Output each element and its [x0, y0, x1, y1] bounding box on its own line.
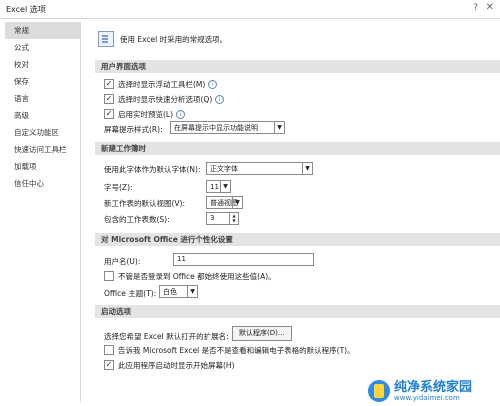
- screentip-select[interactable]: 在屏幕提示中显示功能说明 ▼: [170, 121, 285, 134]
- section-startup: 启动选项: [95, 305, 500, 318]
- sidebar-item-trust-center[interactable]: 信任中心: [5, 175, 80, 192]
- chevron-down-icon: ▼: [232, 197, 242, 208]
- always-use-label: 不管是否登录到 Office 都始终使用这些值(A)。: [118, 271, 276, 281]
- screentip-value: 在屏幕提示中显示功能说明: [174, 123, 258, 132]
- sidebar-item-formulas[interactable]: 公式: [5, 39, 80, 56]
- intro-text: 使用 Excel 时采用的常规选项。: [120, 34, 228, 44]
- show-start-screen-checkbox[interactable]: ✓: [104, 360, 114, 370]
- sidebar-item-quick-access-toolbar[interactable]: 快速访问工具栏: [5, 141, 80, 158]
- live-preview-label: 启用实时预览(L): [118, 109, 174, 119]
- tell-me-default-checkbox[interactable]: [104, 345, 114, 355]
- sidebar-item-language[interactable]: 语言: [5, 90, 80, 107]
- general-options-panel: 使用 Excel 时采用的常规选项。 用户界面选项 ✓ 选择时显示浮动工具栏(M…: [88, 22, 500, 406]
- info-icon: i: [215, 94, 225, 104]
- username-input[interactable]: 11: [173, 253, 314, 266]
- live-preview-checkbox[interactable]: ✓: [104, 109, 114, 119]
- sheet-count-spinner[interactable]: 3 ▲ ▼: [206, 212, 239, 225]
- sheet-count-label: 包含的工作表数(S):: [104, 215, 170, 224]
- excel-options-dialog: Excel 选项 ? ✕ 常规 公式 校对 保存 语言 高级 自定义功能区 快速…: [0, 0, 500, 406]
- sidebar-item-general[interactable]: 常规: [5, 22, 80, 39]
- font-size-value: 11: [210, 182, 219, 191]
- spinner-arrows-icon[interactable]: ▲ ▼: [229, 213, 238, 224]
- title-bar: Excel 选项 ? ✕: [0, 0, 500, 19]
- info-icon: i: [176, 109, 186, 119]
- sidebar-item-customize-ribbon[interactable]: 自定义功能区: [5, 124, 80, 141]
- default-font-label: 使用此字体作为默认字体(N):: [104, 165, 201, 174]
- always-use-checkbox[interactable]: [104, 271, 114, 281]
- site-watermark: 纯净系统家园 www.yidaimei.com: [368, 380, 472, 402]
- office-theme-value: 白色: [163, 287, 177, 296]
- help-icon[interactable]: ?: [473, 3, 478, 13]
- quick-analysis-checkbox[interactable]: ✓: [104, 94, 114, 104]
- mini-toolbar-option[interactable]: ✓ 选择时显示浮动工具栏(M) i: [104, 78, 218, 90]
- quick-analysis-option[interactable]: ✓ 选择时显示快速分析选项(Q) i: [104, 93, 225, 105]
- extensions-label: 选择您希望 Excel 默认打开的扩展名:: [104, 332, 229, 341]
- general-options-icon: [98, 31, 114, 47]
- sheet-count-value: 3: [210, 214, 215, 222]
- chevron-down-icon: ▼: [220, 181, 230, 192]
- live-preview-option[interactable]: ✓ 启用实时预览(L) i: [104, 108, 186, 120]
- office-theme-label: Office 主题(T):: [104, 289, 157, 298]
- window-title: Excel 选项: [6, 5, 46, 14]
- mini-toolbar-checkbox[interactable]: ✓: [104, 79, 114, 89]
- font-size-label: 字号(Z):: [104, 183, 133, 192]
- options-sidebar: 常规 公式 校对 保存 语言 高级 自定义功能区 快速访问工具栏 加载项 信任中…: [5, 22, 81, 402]
- intro: 使用 Excel 时采用的常规选项。: [98, 29, 227, 49]
- sidebar-item-proofing[interactable]: 校对: [5, 56, 80, 73]
- sidebar-item-add-ins[interactable]: 加载项: [5, 158, 80, 175]
- show-start-screen-label: 此应用程序启动时显示开始屏幕(H): [118, 360, 235, 370]
- tell-me-default-option[interactable]: 告诉我 Microsoft Excel 是否不是查看和编辑电子表格的默认程序(T…: [104, 344, 355, 356]
- site-logo-icon: [368, 380, 390, 402]
- watermark-url: www.yidaimei.com: [394, 393, 460, 402]
- show-start-screen-option[interactable]: ✓ 此应用程序启动时显示开始屏幕(H): [104, 359, 235, 371]
- info-icon: i: [208, 79, 218, 89]
- chevron-down-icon: ▼: [274, 122, 284, 133]
- always-use-option[interactable]: 不管是否登录到 Office 都始终使用这些值(A)。: [104, 270, 276, 282]
- sidebar-item-save[interactable]: 保存: [5, 73, 80, 90]
- chevron-down-icon: ▼: [302, 163, 312, 174]
- close-icon[interactable]: ✕: [486, 2, 494, 13]
- tell-me-default-label: 告诉我 Microsoft Excel 是否不是查看和编辑电子表格的默认程序(T…: [118, 345, 355, 355]
- section-personalize: 对 Microsoft Office 进行个性化设置: [95, 233, 500, 246]
- default-view-select[interactable]: 普通视图 ▼: [206, 196, 243, 209]
- chevron-down-icon: ▼: [187, 286, 197, 297]
- username-label: 用户名(U):: [104, 257, 141, 266]
- mini-toolbar-label: 选择时显示浮动工具栏(M): [118, 79, 206, 89]
- section-new-workbook: 新建工作簿时: [95, 142, 500, 155]
- font-size-select[interactable]: 11 ▼: [206, 180, 231, 193]
- section-ui-options: 用户界面选项: [95, 60, 500, 73]
- watermark-name: 纯净系统家园: [394, 379, 473, 395]
- default-font-value: 正文字体: [210, 164, 238, 173]
- quick-analysis-label: 选择时显示快速分析选项(Q): [118, 94, 213, 104]
- default-view-label: 新工作表的默认视图(V):: [104, 199, 186, 208]
- default-programs-button[interactable]: 默认程序(D)...: [232, 326, 292, 341]
- default-font-select[interactable]: 正文字体 ▼: [206, 162, 313, 175]
- sidebar-item-advanced[interactable]: 高级: [5, 107, 80, 124]
- office-theme-select[interactable]: 白色 ▼: [159, 285, 198, 298]
- screentip-label: 屏幕提示样式(R):: [104, 125, 163, 134]
